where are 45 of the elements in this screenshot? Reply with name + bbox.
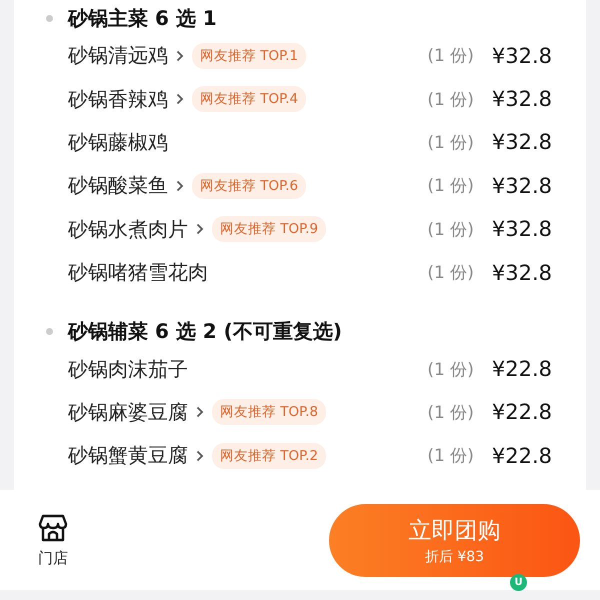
dish-name[interactable]: 砂锅香辣鸡	[68, 86, 168, 113]
recommend-tag: 网友推荐 TOP.6	[192, 172, 306, 199]
price: ¥32.8	[492, 130, 552, 154]
quantity: (1 份)	[427, 445, 474, 468]
dish-name[interactable]: 砂锅麻婆豆腐	[68, 398, 188, 426]
price: ¥22.8	[492, 400, 552, 424]
recommend-tag: 网友推荐 TOP.8	[212, 399, 326, 426]
price: ¥32.8	[492, 217, 552, 242]
bullet-icon	[46, 328, 53, 335]
quantity: (1 份)	[427, 175, 474, 198]
dish-name: 砂锅藤椒鸡	[68, 128, 168, 156]
price: ¥32.8	[492, 260, 552, 285]
dish-name[interactable]: 砂锅蟹黄豆腐	[68, 442, 188, 470]
recommend-tag: 网友推荐 TOP.4	[192, 86, 306, 112]
chevron-icon[interactable]	[176, 50, 184, 62]
quantity: (1 份)	[427, 262, 474, 284]
price: ¥22.8	[492, 357, 552, 382]
quantity: (1 份)	[427, 218, 474, 241]
chevron-icon[interactable]	[176, 180, 184, 192]
chevron-icon[interactable]	[196, 223, 204, 236]
price: ¥32.8	[492, 174, 552, 198]
price: ¥32.8	[492, 44, 552, 68]
section-title: 砂锅辅菜 6 选 2 (不可重复选)	[68, 318, 342, 345]
quantity: (1 份)	[427, 132, 474, 154]
chevron-icon[interactable]	[196, 450, 204, 462]
dish-name: 砂锅啫猪雪花肉	[68, 259, 208, 286]
price: ¥22.8	[492, 444, 552, 468]
quantity: (1 份)	[427, 45, 474, 68]
dish-name[interactable]: 砂锅清远鸡	[68, 42, 168, 70]
recommend-tag: 网友推荐 TOP.9	[212, 216, 326, 242]
quantity: (1 份)	[427, 402, 474, 424]
store-icon[interactable]	[38, 512, 68, 542]
dish-name: 砂锅肉沫茄子	[68, 356, 188, 383]
dish-name[interactable]: 砂锅水煮肉片	[68, 216, 188, 243]
recommend-tag: 网友推荐 TOP.2	[212, 442, 326, 469]
section-title: 砂锅主菜 6 选 1	[68, 4, 217, 32]
quantity: (1 份)	[427, 88, 474, 111]
store-label[interactable]: 门店	[38, 548, 68, 568]
price: ¥32.8	[492, 87, 552, 112]
bullet-icon	[46, 14, 53, 22]
dish-name[interactable]: 砂锅酸菜鱼	[68, 172, 168, 200]
recommend-tag: 网友推荐 TOP.1	[192, 42, 306, 69]
chevron-icon[interactable]	[196, 406, 204, 418]
chevron-icon[interactable]	[176, 93, 184, 106]
quantity: (1 份)	[427, 358, 474, 381]
